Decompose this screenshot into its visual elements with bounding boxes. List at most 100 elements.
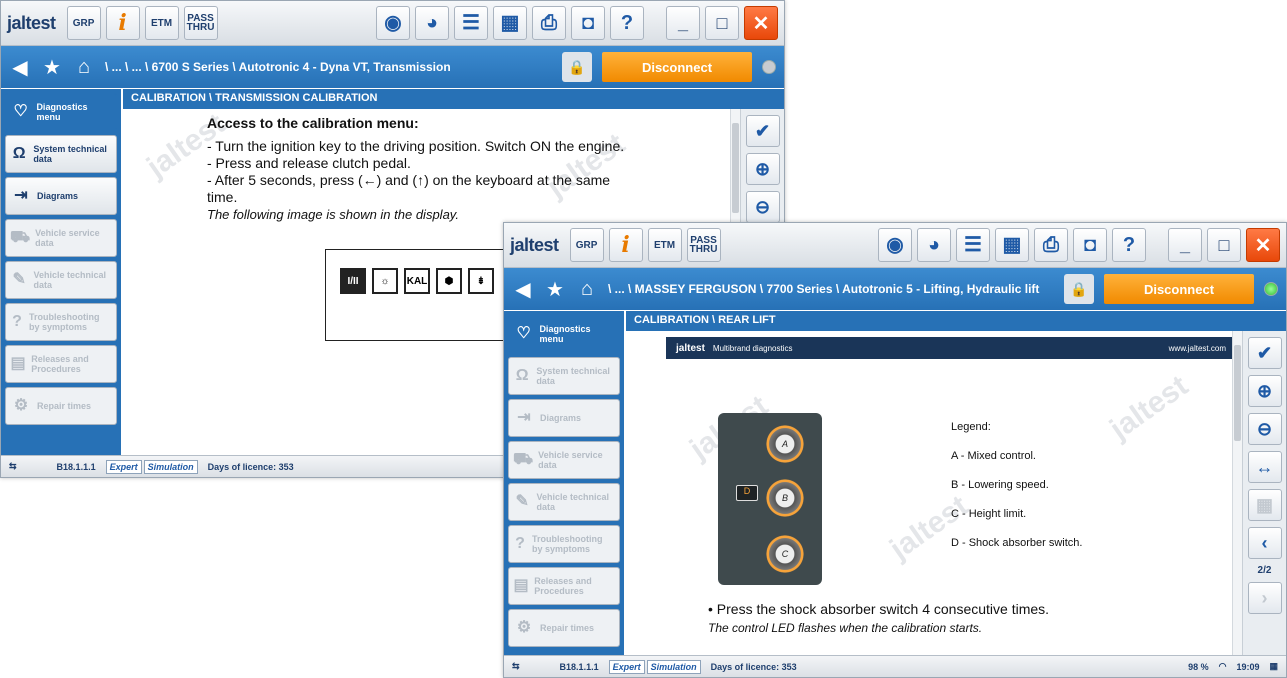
legend-title: Legend:	[951, 421, 991, 433]
sidebar-item-system-technical-data[interactable]: Ω System technical data	[508, 357, 620, 395]
disconnect-button[interactable]: Disconnect	[1104, 274, 1254, 304]
close-button[interactable]: ✕	[744, 6, 778, 40]
help-button[interactable]: ?	[1112, 228, 1146, 262]
minimize-button[interactable]: _	[666, 6, 700, 40]
doc-line: - After 5 seconds, press (←) and (↑) on …	[207, 172, 611, 188]
control-panel-image: A B C D	[718, 413, 822, 585]
sidebar-item-troubleshooting[interactable]: ? Troubleshooting by symptoms	[508, 525, 620, 563]
grp-button[interactable]: GRP	[66, 6, 101, 40]
sidebar-item-troubleshooting[interactable]: ? Troubleshooting by symptoms	[5, 303, 117, 341]
content-panel: CALIBRATION \ REAR LIFT jaltest jaltest …	[626, 311, 1286, 655]
calendar-icon[interactable]: ▦	[1269, 661, 1278, 672]
close-icon: ✕	[752, 12, 770, 35]
info-icon: i	[621, 231, 630, 258]
sidebar-item-repair-times[interactable]: ⚙ Repair times	[508, 609, 620, 647]
close-button[interactable]: ✕	[1246, 228, 1280, 262]
camera-button[interactable]: ◘	[571, 6, 605, 40]
confirm-button[interactable]: ✔	[745, 115, 780, 147]
zoom-in-button[interactable]: ⊕	[745, 153, 780, 185]
help-button[interactable]: ?	[610, 6, 644, 40]
layout-button[interactable]: ▦	[1247, 489, 1282, 521]
zoom-out-icon: ⊖	[1256, 418, 1273, 439]
navbar: ◀ ★ ⌂ \ ... \ ... \ 6700 S Series \ Auto…	[1, 46, 784, 88]
camera-icon: ◘	[1083, 233, 1097, 256]
pass-thru-button[interactable]: PASS THRU	[686, 228, 721, 262]
calculator-button[interactable]: ▦	[493, 6, 527, 40]
lock-button[interactable]: 🔒	[562, 52, 592, 82]
knob-a: A	[762, 421, 808, 467]
sidebar-item-vehicle-service-data[interactable]: ⛟ Vehicle service data	[5, 219, 117, 257]
sidebar-item-label: Diagrams	[540, 413, 582, 423]
next-page-button[interactable]: ›	[1247, 582, 1282, 614]
releases-icon: ▤	[10, 355, 26, 372]
time-label: 19:09	[1236, 661, 1260, 672]
sidebar-item-releases[interactable]: ▤ Releases and Procedures	[5, 345, 117, 383]
knob-b: B	[762, 475, 808, 521]
usb-icon: ⇆	[512, 661, 520, 671]
print-button[interactable]: ⎙	[1034, 228, 1068, 262]
legend-item: C - Height limit.	[951, 508, 1027, 520]
info-button[interactable]: i	[608, 228, 643, 262]
connection-led-icon	[762, 60, 776, 74]
camera-button[interactable]: ◘	[1073, 228, 1107, 262]
zoom-out-button[interactable]: ⊖	[1247, 413, 1282, 445]
sidebar-item-diagnostics[interactable]: ♡ Diagnostics menu	[5, 93, 117, 131]
view-button[interactable]: ◕	[917, 228, 951, 262]
display-icons: I/II ☼ KAL ⬢ ⇟	[340, 268, 494, 294]
sidebar-item-label: Vehicle service data	[538, 450, 603, 470]
home-icon[interactable]: ⌂	[576, 278, 598, 301]
confirm-button[interactable]: ✔	[1247, 337, 1282, 369]
maximize-button[interactable]: □	[705, 6, 739, 40]
calculator-icon: ▦	[500, 11, 520, 34]
sidebar-item-releases[interactable]: ▤ Releases and Procedures	[508, 567, 620, 605]
sidebar-item-system-technical-data[interactable]: Ω System technical data	[5, 135, 117, 173]
minimize-button[interactable]: _	[1168, 228, 1202, 262]
grp-button[interactable]: GRP	[569, 228, 604, 262]
zoom-in-button[interactable]: ⊕	[1247, 375, 1282, 407]
sidebar-item-diagrams[interactable]: ⇥ Diagrams	[5, 177, 117, 215]
scrollbar[interactable]	[1232, 331, 1242, 655]
pass-thru-button[interactable]: PASS THRU	[183, 6, 218, 40]
globe-button[interactable]: ◉	[376, 6, 410, 40]
camera-icon: ◘	[581, 11, 595, 34]
etm-label: ETM	[150, 17, 173, 29]
calculator-button[interactable]: ▦	[995, 228, 1029, 262]
globe-button[interactable]: ◉	[878, 228, 912, 262]
sidebar-item-vehicle-service-data[interactable]: ⛟ Vehicle service data	[508, 441, 620, 479]
info-button[interactable]: i	[105, 6, 140, 40]
lock-button[interactable]: 🔒	[1064, 274, 1094, 304]
back-arrow-icon[interactable]: ◀	[512, 277, 534, 302]
list-button[interactable]: ☰	[956, 228, 990, 262]
view-button[interactable]: ◕	[415, 6, 449, 40]
print-button[interactable]: ⎙	[532, 6, 566, 40]
fit-width-button[interactable]: ↔	[1247, 451, 1282, 483]
list-button[interactable]: ☰	[454, 6, 488, 40]
previous-page-button[interactable]: ‹	[1247, 527, 1282, 559]
back-arrow-icon[interactable]: ◀	[9, 55, 31, 80]
zoom-out-button[interactable]: ⊖	[745, 191, 780, 223]
favorite-star-icon[interactable]: ★	[41, 55, 63, 80]
omega-icon: Ω	[12, 145, 26, 162]
disconnect-button[interactable]: Disconnect	[602, 52, 752, 82]
wifi-icon: ◠	[1218, 661, 1227, 671]
home-icon[interactable]: ⌂	[73, 56, 95, 79]
help-icon: ?	[620, 11, 634, 34]
etm-button[interactable]: ETM	[144, 6, 179, 40]
etm-button[interactable]: ETM	[647, 228, 682, 262]
sidebar-item-vehicle-technical-data[interactable]: ✎ Vehicle technical data	[5, 261, 117, 299]
sidebar-item-diagrams[interactable]: ⇥ Diagrams	[508, 399, 620, 437]
banner-subtitle: Multibrand diagnostics	[712, 343, 793, 353]
maximize-button[interactable]: □	[1207, 228, 1241, 262]
globe-icon: ◉	[886, 233, 904, 256]
scroll-thumb[interactable]	[732, 123, 739, 213]
pass-thru-label: PASS THRU	[690, 236, 718, 255]
sidebar-item-repair-times[interactable]: ⚙ Repair times	[5, 387, 117, 425]
sidebar-item-vehicle-technical-data[interactable]: ✎ Vehicle technical data	[508, 483, 620, 521]
instruction-line: • Press the shock absorber switch 4 cons…	[708, 601, 1050, 617]
scroll-thumb[interactable]	[1234, 345, 1241, 441]
favorite-star-icon[interactable]: ★	[544, 277, 566, 302]
thru-label: THRU	[186, 22, 215, 33]
document-banner: jaltest Multibrand diagnostics www.jalte…	[666, 337, 1236, 359]
status-bar: ⇆ B18.1.1.1 Expert Simulation Days of li…	[504, 655, 1286, 677]
sidebar-item-diagnostics[interactable]: ♡ Diagnostics menu	[508, 315, 620, 353]
